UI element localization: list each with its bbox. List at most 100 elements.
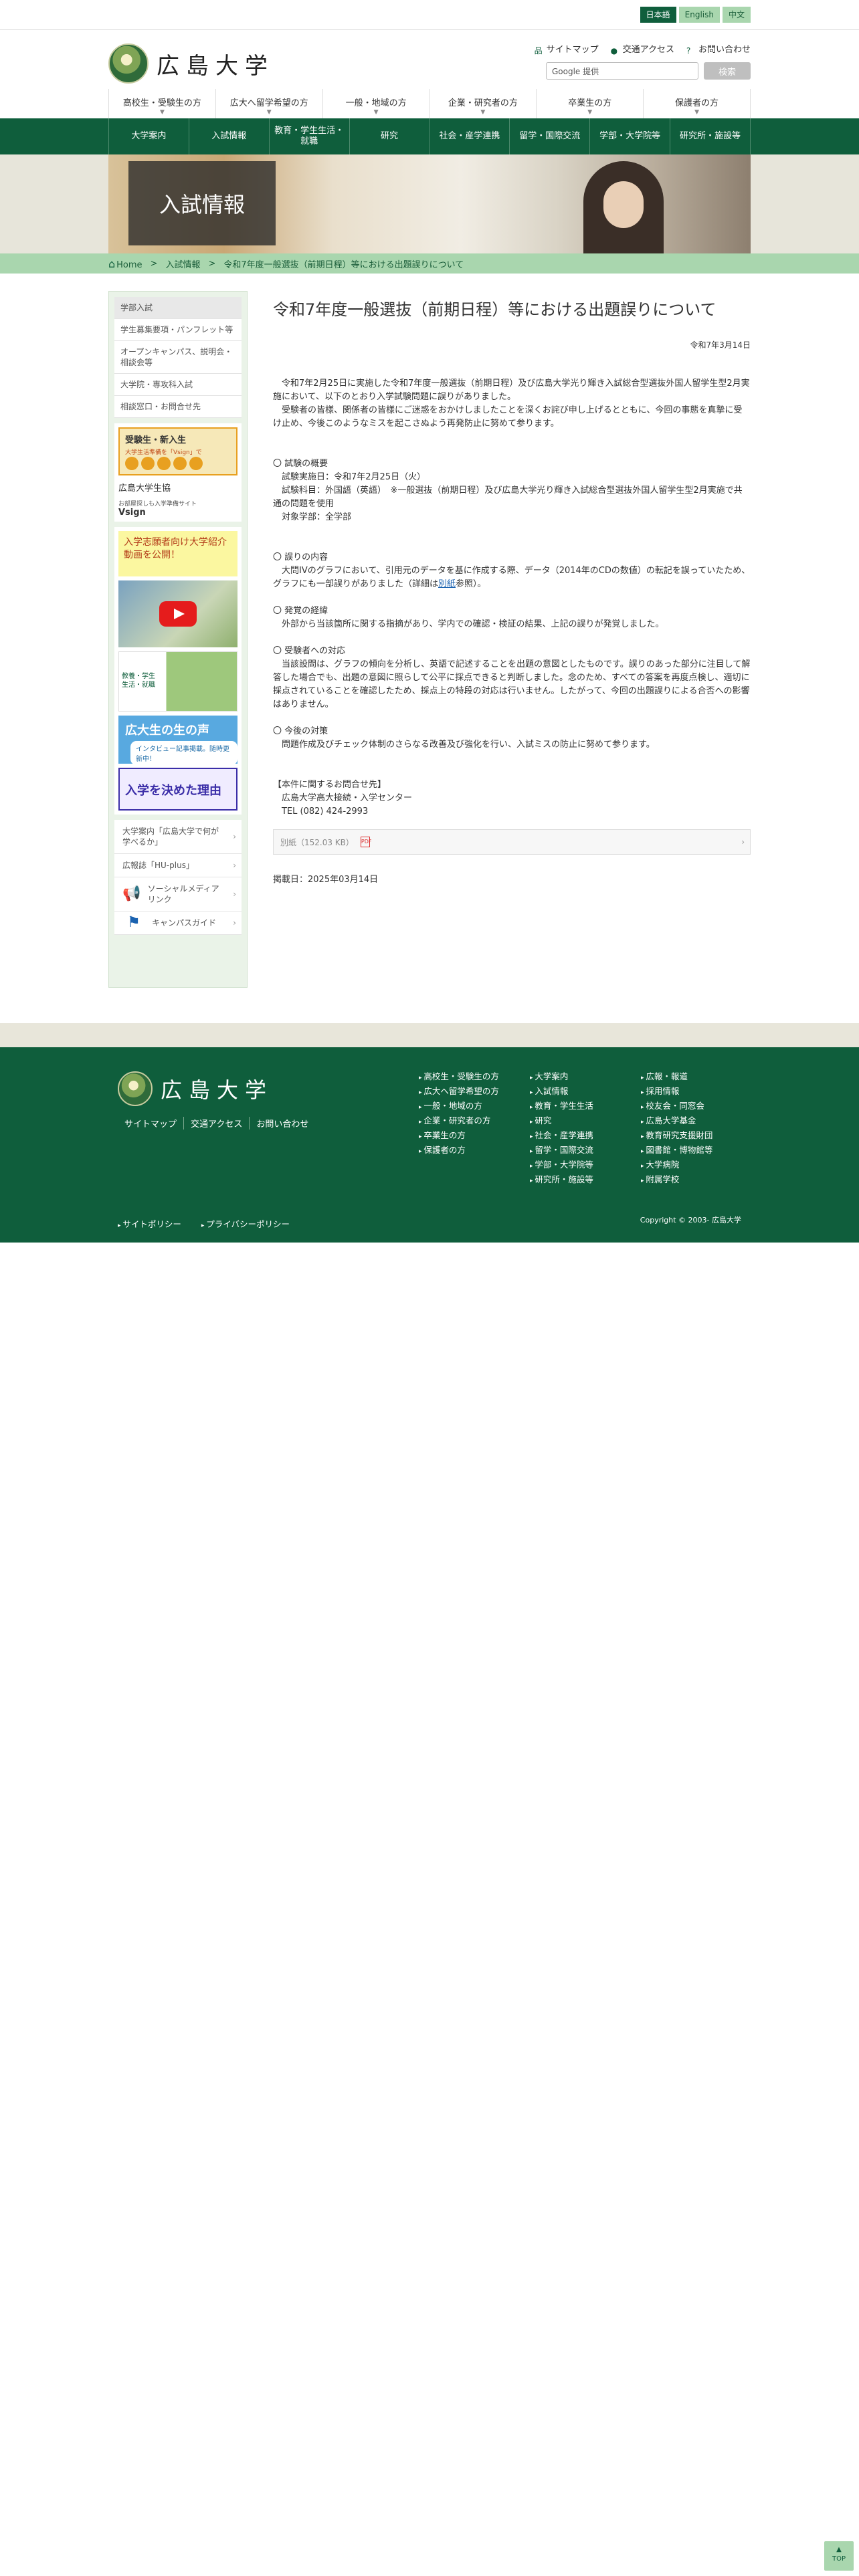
- footer-column: 大学案内 入試情報 教育・学生生活 研究 社会・産学連携 留学・国際交流 学部・…: [530, 1070, 641, 1188]
- audience-nav: 高校生・受験生の方 ▼ 広大へ留学希望の方 ▼ 一般・地域の方 ▼ 企業・研究者の方 ▼…: [0, 89, 859, 118]
- article-date: 令和7年3月14日: [690, 340, 751, 350]
- sidebar-item[interactable]: 学部入試: [114, 297, 242, 319]
- sidebar-item[interactable]: オープンキャンパス、説明会・相談会等: [114, 341, 242, 374]
- sidebar-link[interactable]: 広報誌「HU-plus」: [114, 854, 242, 877]
- sidebar-link-social[interactable]: 📢 ソーシャルメディアリンク: [114, 877, 242, 911]
- main-nav-item[interactable]: 入試情報: [188, 118, 269, 154]
- main-nav-item[interactable]: 研究所・施設等: [670, 118, 751, 154]
- paragraph: 受験者の皆様、関係者の皆様にご迷惑をおかけしましたことを深くお詫び申し上げるとと…: [273, 405, 743, 429]
- audience-item[interactable]: 高校生・受験生の方 ▼: [108, 89, 215, 118]
- footer-link[interactable]: 保護者の方: [419, 1144, 530, 1158]
- megaphone-icon: 📢: [122, 885, 141, 902]
- audience-item[interactable]: 企業・研究者の方 ▼: [429, 89, 536, 118]
- footer-link[interactable]: 校友会・同窓会: [641, 1099, 752, 1114]
- play-icon: [159, 601, 197, 627]
- footer-link[interactable]: 研究所・施設等: [530, 1173, 641, 1188]
- search-button[interactable]: 検索: [704, 62, 751, 80]
- policy-links: サイトポリシー プライバシーポリシー: [118, 1217, 290, 1230]
- question-icon: ?: [686, 46, 691, 56]
- article: 令和7年度一般選抜（前期日程）等における出題誤りについて 令和7年3月14日 令…: [273, 291, 751, 885]
- main-nav-item[interactable]: 大学案内: [108, 118, 189, 154]
- search-icon: 検索: [718, 67, 736, 78]
- footer-link[interactable]: 学部・大学院等: [530, 1158, 641, 1173]
- main-nav-item[interactable]: 研究: [349, 118, 430, 154]
- main-nav-item[interactable]: 学部・大学院等: [589, 118, 670, 154]
- contact-link[interactable]: ? お問い合わせ: [686, 42, 751, 56]
- footer-link[interactable]: 広報・報道: [641, 1070, 752, 1085]
- attachment-inline-link[interactable]: 別紙: [438, 579, 456, 589]
- lang-english[interactable]: English: [678, 7, 720, 23]
- paragraph: 対象学部：全学部: [282, 512, 352, 522]
- sidebar-link-campus[interactable]: ⚑ キャンパスガイド: [114, 911, 242, 935]
- sidebar-links: 大学案内「広島大学で何が学べるか」 広報誌「HU-plus」 📢ソーシャルメディ…: [114, 820, 242, 935]
- chevron-down-icon: ▼: [587, 109, 593, 116]
- attachment-link[interactable]: 別紙（152.03 KB） PDF ›: [273, 829, 751, 855]
- footer-access-link[interactable]: 交通アクセス: [183, 1117, 249, 1130]
- logo-text: 広島大学: [157, 52, 274, 80]
- main-nav-item[interactable]: 社会・産学連携: [429, 118, 510, 154]
- access-link[interactable]: ● 交通アクセス: [611, 42, 674, 56]
- site-header: 広島大学 品サイトマップ ● 交通アクセス ? お問い合わせ Google 提供 検…: [0, 30, 859, 89]
- footer-link[interactable]: 大学病院: [641, 1158, 752, 1173]
- breadcrumb-item[interactable]: 入試情報: [165, 257, 200, 270]
- audience-item[interactable]: 広大へ留学希望の方 ▼: [215, 89, 322, 118]
- footer-link[interactable]: 高校生・受験生の方: [419, 1070, 530, 1085]
- footer-link[interactable]: 企業・研究者の方: [419, 1114, 530, 1129]
- footer-link[interactable]: 広大へ留学希望の方: [419, 1085, 530, 1099]
- magazine-banner[interactable]: 教養・学生生活・就職: [118, 651, 237, 712]
- student-voice-banner[interactable]: 広大生の生の声 インタビュー記事掲載。随時更新中！: [118, 716, 237, 765]
- sidebar-item[interactable]: 相談窓口・お問合せ先: [114, 396, 242, 418]
- footer-link[interactable]: 卒業生の方: [419, 1129, 530, 1144]
- search-input[interactable]: Google 提供: [546, 62, 698, 80]
- footer-link[interactable]: 大学案内: [530, 1070, 641, 1085]
- video-thumbnail[interactable]: [118, 580, 237, 647]
- footer-link[interactable]: 附属学校: [641, 1173, 752, 1188]
- main-nav-item[interactable]: 留学・国際交流: [509, 118, 589, 154]
- contact-line: 広島大学高大接続・入学センター: [282, 793, 413, 803]
- coop-banner-image: 受験生・新入生 大学生活準備を「Vsign」で: [118, 427, 237, 475]
- chevron-down-icon: ▼: [694, 109, 700, 116]
- coop-sub: お部屋探しも入学準備サイト: [118, 501, 197, 508]
- page-title: 令和7年度一般選抜（前期日程）等における出題誤りについて: [273, 300, 717, 319]
- chevron-right-icon: ›: [741, 837, 745, 847]
- section-heading: 〇 試験の概要: [273, 459, 328, 469]
- footer-link[interactable]: 研究: [530, 1114, 641, 1129]
- sidebar-menu: 学部入試 学生募集要項・パンフレット等 オープンキャンパス、説明会・相談会等 大…: [114, 297, 242, 418]
- back-to-top-button[interactable]: ▲ TOP: [824, 2541, 854, 2571]
- section-heading: 〇 誤りの内容: [273, 552, 328, 562]
- footer-sitemap-link[interactable]: サイトマップ: [124, 1117, 183, 1130]
- footer-link[interactable]: 採用情報: [641, 1085, 752, 1099]
- footer-contact-link[interactable]: お問い合わせ: [249, 1117, 315, 1130]
- lang-chinese[interactable]: 中文: [722, 7, 751, 23]
- site-policy-link[interactable]: サイトポリシー: [118, 1217, 181, 1230]
- site-logo[interactable]: 広島大学: [108, 43, 274, 84]
- privacy-policy-link[interactable]: プライバシーポリシー: [201, 1217, 290, 1230]
- sidebar-item[interactable]: 大学院・専攻科入試: [114, 374, 242, 396]
- university-emblem-icon: [118, 1071, 153, 1106]
- footer-link[interactable]: 入試情報: [530, 1085, 641, 1099]
- audience-item[interactable]: 一般・地域の方 ▼: [322, 89, 430, 118]
- footer-link[interactable]: 社会・産学連携: [530, 1129, 641, 1144]
- breadcrumb: ⌂ Home > 入試情報 > 令和7年度一般選抜（前期日程）等における出題誤りに…: [0, 253, 859, 274]
- sidebar-link[interactable]: 大学案内「広島大学で何が学べるか」: [114, 820, 242, 854]
- paragraph: 外部から当該箇所に関する指摘があり、学内での確認・検証の結果、上記の誤りが発覚し…: [282, 619, 664, 629]
- coop-banner[interactable]: 受験生・新入生 大学生活準備を「Vsign」で 広島大学生協 お部屋探しも入学準…: [114, 423, 242, 522]
- footer-divider: [0, 1023, 859, 1047]
- audience-item[interactable]: 保護者の方 ▼: [643, 89, 751, 118]
- footer-link[interactable]: 図書館・博物館等: [641, 1144, 752, 1158]
- hero-banner: 入試情報: [0, 154, 859, 253]
- posted-date: 掲載日：2025年03月14日: [273, 875, 379, 885]
- main-nav-item[interactable]: 教育・学生生活・就職: [268, 118, 349, 154]
- footer-link[interactable]: 一般・地域の方: [419, 1099, 530, 1114]
- footer-link[interactable]: 教育研究支援財団: [641, 1129, 752, 1144]
- footer-link[interactable]: 留学・国際交流: [530, 1144, 641, 1158]
- footer-link[interactable]: 広島大学基金: [641, 1114, 752, 1129]
- sidebar-item[interactable]: 学生募集要項・パンフレット等: [114, 319, 242, 341]
- sitemap-link[interactable]: 品サイトマップ: [535, 42, 599, 56]
- footer-link[interactable]: 教育・学生生活: [530, 1099, 641, 1114]
- footer-logo[interactable]: 広島大学: [118, 1071, 273, 1106]
- lang-japanese[interactable]: 日本語: [640, 7, 676, 23]
- reason-banner[interactable]: 入学を決めた理由: [118, 768, 237, 811]
- breadcrumb-home[interactable]: ⌂ Home: [108, 257, 142, 270]
- audience-item[interactable]: 卒業生の方 ▼: [536, 89, 643, 118]
